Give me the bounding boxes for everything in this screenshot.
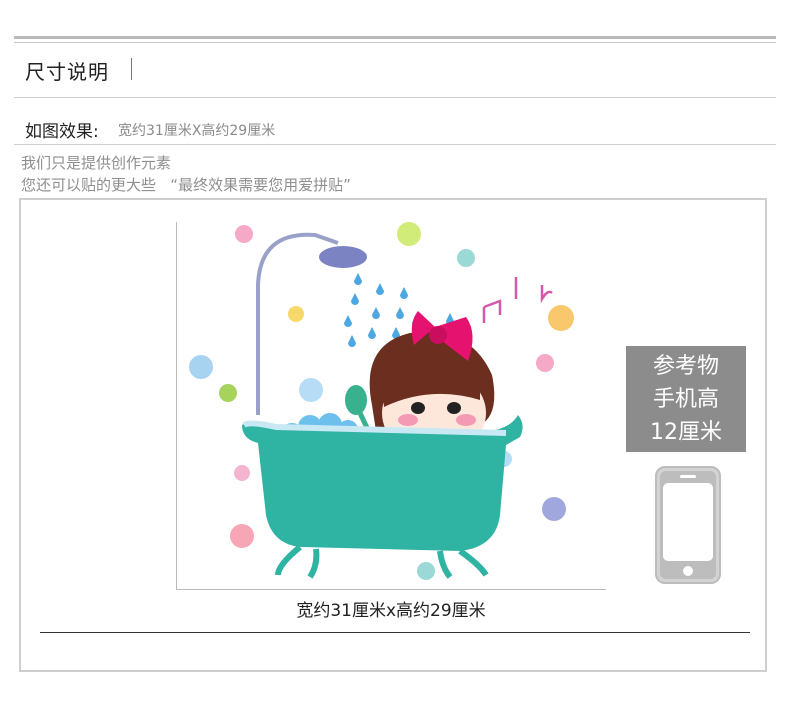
effect-value: 宽约31厘米X高约29厘米 [118,123,276,139]
top-rule-thick [14,36,776,39]
section-title: 尺寸说明 [25,60,109,84]
effect-label: 如图效果: [25,122,99,142]
reference-line: 12厘米 [650,420,722,445]
reference-line: 参考物 [652,354,719,379]
reference-label: 参考物 手机高 12厘米 [626,346,746,452]
size-caption: 宽约31厘米x高约29厘米 [296,601,486,621]
divider [14,97,776,98]
divider [40,632,750,633]
bathtub [242,415,523,579]
divider [14,144,776,145]
note-line: 我们只是提供创作元素 [21,154,172,172]
top-rule-thin [14,42,776,43]
measure-axis-horizontal [176,589,606,590]
note-line: 您还可以贴的更大些 “最终效果需要您用爱拼贴” [21,176,351,194]
reference-line: 手机高 [652,387,719,412]
phone-icon [655,466,721,584]
bath-girl-illustration [189,222,574,580]
shower-head-icon [319,246,367,268]
measure-axis-vertical [176,222,177,590]
title-separator [131,58,132,80]
music-note-icon [482,277,553,323]
